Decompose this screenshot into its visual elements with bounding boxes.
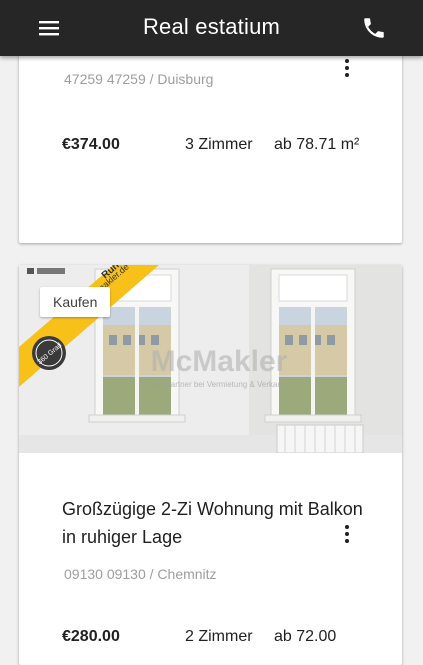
- listing-location: 47259 47259 / Duisburg: [64, 71, 214, 87]
- watermark-sub: Ihr Partner bei Vermietung & Verkauf: [154, 380, 285, 389]
- listing-area: ab 72.00: [274, 628, 337, 645]
- menu-icon[interactable]: [36, 16, 62, 40]
- listing-rooms: 3 Zimmer: [185, 136, 253, 153]
- listing-price: €374.00: [62, 136, 120, 153]
- phone-icon[interactable]: [361, 15, 387, 41]
- listing-area: ab 78.71 m²: [274, 136, 360, 153]
- more-vert-icon[interactable]: [335, 56, 359, 80]
- more-vert-icon[interactable]: [335, 522, 359, 546]
- watermark: McMakler: [151, 345, 288, 378]
- listing-price: €280.00: [62, 628, 120, 645]
- listing-rooms: 2 Zimmer: [185, 628, 253, 645]
- listing-location: 09130 09130 / Chemnitz: [64, 566, 217, 582]
- listing-type-badge[interactable]: Kaufen: [40, 287, 111, 317]
- app-title: Real estatium: [142, 14, 281, 39]
- listing-title[interactable]: Großzügige 2-Zi Wohnung mit Balkon in ru…: [62, 495, 372, 551]
- app-bar: Real estatium: [0, 0, 423, 56]
- listing-card[interactable]: Rundgang mcmakler.de 360 Grad McMakler I…: [19, 265, 402, 665]
